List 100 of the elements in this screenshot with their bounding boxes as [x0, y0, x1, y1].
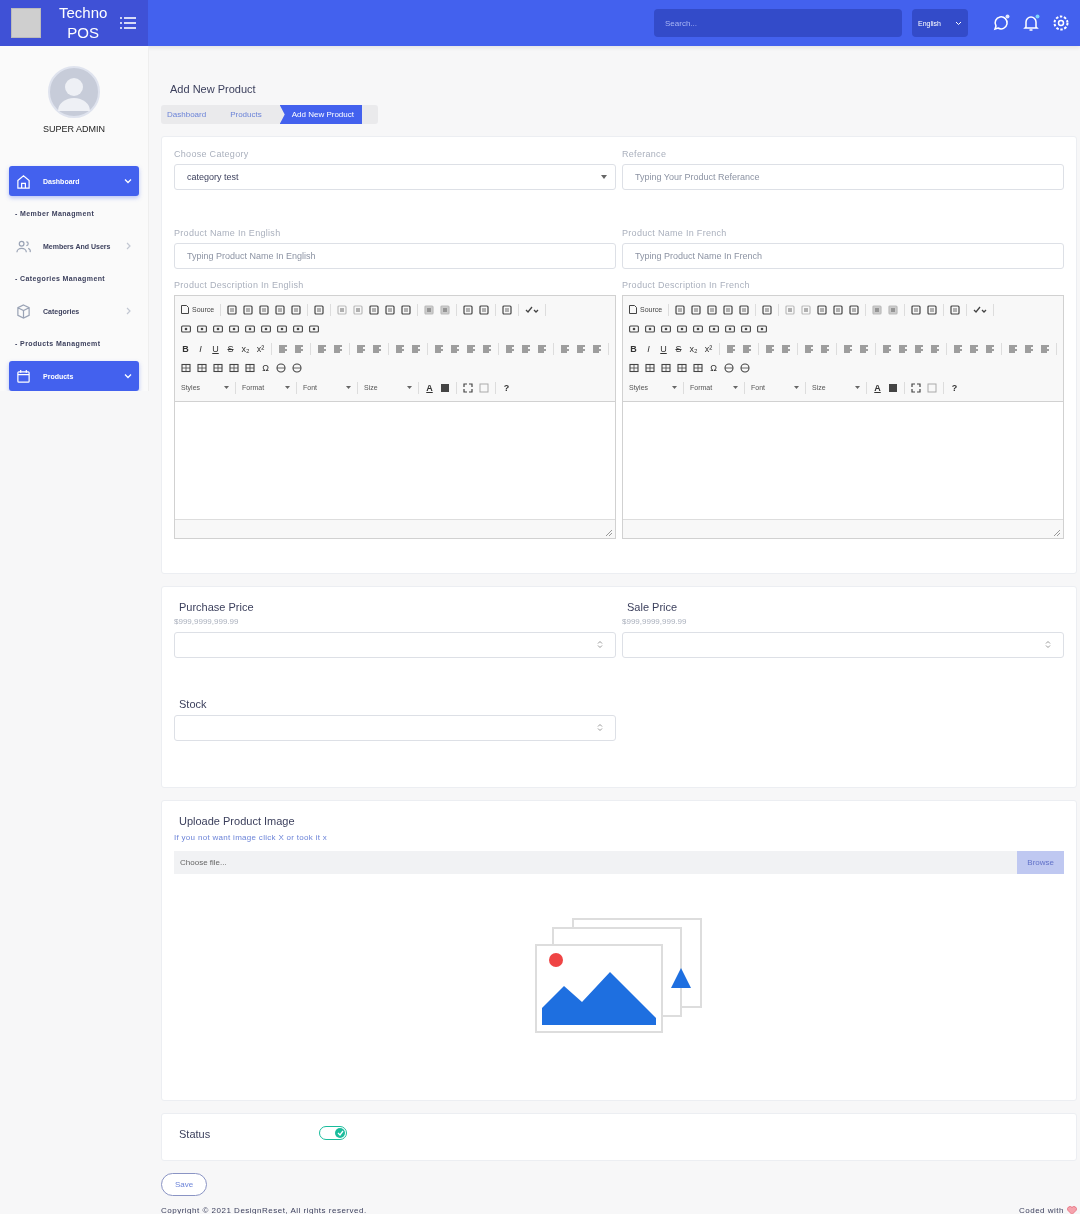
toolbar-tool-icon[interactable] [385, 304, 396, 315]
format-button[interactable]: x₂ [689, 343, 698, 354]
name-field[interactable]: Typing Product Name In English [174, 243, 616, 269]
chat-icon[interactable] [992, 14, 1010, 32]
toolbar-tool-icon[interactable] [707, 304, 718, 315]
file-input[interactable]: Choose file... Browse [174, 850, 1064, 874]
toolbar-tool-icon[interactable] [762, 304, 773, 315]
toolbar-tool-icon[interactable] [691, 304, 702, 315]
insert-tool-icon[interactable] [645, 363, 655, 374]
menu-icon[interactable] [120, 16, 136, 30]
insert-tool-icon[interactable] [693, 363, 703, 374]
name-field[interactable]: Typing Product Name In French [622, 243, 1064, 269]
toolbar-tool-icon[interactable] [291, 304, 302, 315]
resize-handle-icon[interactable] [1054, 529, 1060, 536]
format-button[interactable]: x₂ [241, 343, 250, 354]
form-control-icon[interactable] [229, 324, 239, 335]
format-button[interactable]: S [674, 343, 683, 354]
format-button[interactable]: U [659, 343, 668, 354]
text-color-button[interactable]: A [873, 382, 882, 393]
stock-field[interactable] [174, 714, 616, 741]
maximize-icon[interactable] [911, 382, 921, 393]
toolbar-tool-icon[interactable] [675, 304, 686, 315]
format-button[interactable]: x² [256, 343, 265, 354]
save-button[interactable]: Save [161, 1172, 208, 1196]
search-field[interactable]: Search... [654, 9, 902, 37]
insert-tool-icon[interactable] [245, 363, 255, 374]
toolbar-tool-icon[interactable] [833, 304, 844, 315]
price-field[interactable] [174, 631, 616, 658]
insert-tool-icon[interactable] [181, 363, 191, 374]
toolbar-tool-icon[interactable] [723, 304, 734, 315]
format-button[interactable]: B [629, 343, 638, 354]
toolbar-tool-icon[interactable] [849, 304, 860, 315]
toolbar-tool-icon[interactable] [243, 304, 254, 315]
resize-handle-icon[interactable] [606, 529, 612, 536]
toolbar-tool-icon[interactable] [401, 304, 412, 315]
toolbar-tool-icon[interactable] [463, 304, 474, 315]
spellcheck-icon[interactable] [525, 304, 540, 315]
form-control-icon[interactable] [709, 324, 719, 335]
reference-field[interactable]: Typing Your Product Referance [622, 164, 1064, 190]
toolbar-tool-icon[interactable] [950, 304, 961, 315]
maximize-icon[interactable] [463, 382, 473, 393]
form-control-icon[interactable] [677, 324, 687, 335]
form-control-icon[interactable] [261, 324, 271, 335]
special-character-button[interactable]: Ω [261, 363, 270, 374]
toolbar-tool-icon[interactable] [817, 304, 828, 315]
form-control-icon[interactable] [277, 324, 287, 335]
price-field[interactable] [622, 631, 1064, 658]
breadcrumb-link[interactable]: Add New Product [279, 105, 362, 124]
insert-tool-icon[interactable] [229, 363, 239, 374]
spellcheck-icon[interactable] [973, 304, 988, 315]
insert-tool-icon[interactable] [661, 363, 671, 374]
help-button[interactable]: ? [502, 382, 511, 393]
insert-tool-icon[interactable] [740, 363, 750, 374]
insert-tool-icon[interactable] [292, 363, 302, 374]
toolbar-tool-icon[interactable] [872, 304, 883, 315]
toolbar-tool-icon[interactable] [739, 304, 750, 315]
toolbar-tool-icon[interactable] [440, 304, 451, 315]
toolbar-tool-icon[interactable] [227, 304, 238, 315]
format-button[interactable]: I [644, 343, 653, 354]
format-button[interactable]: S [226, 343, 235, 354]
form-control-icon[interactable] [693, 324, 703, 335]
toolbar-tool-icon[interactable] [314, 304, 325, 315]
form-control-icon[interactable] [213, 324, 223, 335]
toolbar-tool-icon[interactable] [424, 304, 435, 315]
insert-tool-icon[interactable] [677, 363, 687, 374]
form-control-icon[interactable] [645, 324, 655, 335]
form-control-icon[interactable] [181, 324, 191, 335]
toolbar-tool-icon[interactable] [259, 304, 270, 315]
form-control-icon[interactable] [293, 324, 303, 335]
form-control-icon[interactable] [309, 324, 319, 335]
form-control-icon[interactable] [629, 324, 639, 335]
toolbar-tool-icon[interactable] [275, 304, 286, 315]
format-button[interactable]: U [211, 343, 220, 354]
insert-tool-icon[interactable] [197, 363, 207, 374]
toolbar-tool-icon[interactable] [502, 304, 513, 315]
form-control-icon[interactable] [661, 324, 671, 335]
text-color-button[interactable]: A [425, 382, 434, 393]
background-color-icon[interactable] [440, 382, 450, 393]
insert-tool-icon[interactable] [213, 363, 223, 374]
bell-icon[interactable] [1022, 14, 1040, 32]
insert-tool-icon[interactable] [276, 363, 286, 374]
format-button[interactable]: I [196, 343, 205, 354]
form-control-icon[interactable] [245, 324, 255, 335]
form-control-icon[interactable] [725, 324, 735, 335]
insert-tool-icon[interactable] [724, 363, 734, 374]
form-control-icon[interactable] [741, 324, 751, 335]
form-control-icon[interactable] [757, 324, 767, 335]
insert-tool-icon[interactable] [629, 363, 639, 374]
toolbar-tool-icon[interactable] [888, 304, 899, 315]
format-button[interactable]: B [181, 343, 190, 354]
toolbar-tool-icon[interactable] [479, 304, 490, 315]
toolbar-tool-icon[interactable] [911, 304, 922, 315]
form-control-icon[interactable] [197, 324, 207, 335]
help-button[interactable]: ? [950, 382, 959, 393]
format-button[interactable]: x² [704, 343, 713, 354]
category-select[interactable]: category test [174, 164, 616, 190]
background-color-icon[interactable] [888, 382, 898, 393]
toolbar-tool-icon[interactable] [927, 304, 938, 315]
toolbar-tool-icon[interactable] [369, 304, 380, 315]
special-character-button[interactable]: Ω [709, 363, 718, 374]
